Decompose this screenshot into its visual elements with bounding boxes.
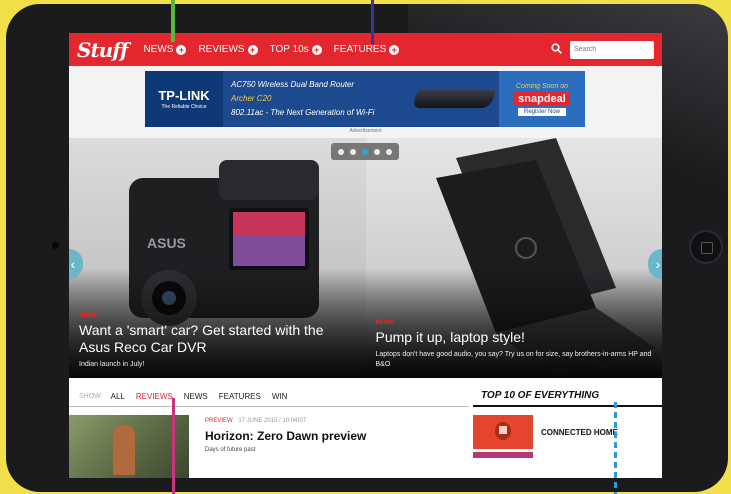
nav-item-label: FEATURES [333,44,387,55]
article-thumbnail[interactable] [69,415,189,478]
callout-line-blue [371,0,374,44]
article-card[interactable]: PREVIEW 17 JUNE 2015 / 10:04IST Horizon:… [69,415,469,478]
plus-circle-icon: + [247,44,258,55]
hero-carousel: ASUS NEWS Want a 'smart' car? Get starte… [69,138,662,378]
home-button[interactable] [689,230,723,264]
filter-win[interactable]: WIN [272,392,288,401]
browser-screen: Stuff NEWS + REVIEWS + TOP 10s + FEATURE… [69,33,662,478]
article-tag: PREVIEW [205,418,233,424]
sidebar-title: TOP 10 OF EVERYTHING [473,387,662,407]
slide-caption: NEWS Pump it up, laptop style! Laptops d… [376,320,655,370]
slide-title[interactable]: Pump it up, laptop style! [376,329,655,346]
nav-item-label: NEWS [143,44,174,55]
article-date: 17 JUNE 2015 / 10:04IST [238,418,307,424]
carousel-dot[interactable] [374,148,380,155]
carousel-dot-active[interactable] [362,148,368,155]
slide-caption: NEWS Want a 'smart' car? Get started wit… [79,313,358,370]
hero-slide-laptop[interactable]: NEWS Pump it up, laptop style! Laptops d… [365,138,662,378]
slide-title[interactable]: Want a 'smart' car? Get started with the… [79,322,358,356]
ad-brand-logo: TP-LINK The Reliable Choice [145,71,223,127]
ad-register-button[interactable]: Register Now [517,107,566,116]
article-body: PREVIEW 17 JUNE 2015 / 10:04IST Horizon:… [189,415,366,478]
slide-desc: Laptops don't have good audio, you say? … [375,351,652,368]
ad-area: TP-LINK The Reliable Choice AC750 Wirele… [69,66,662,138]
router-image [411,90,497,108]
nav-item-label: REVIEWS [198,44,245,55]
connected-home-icon [473,415,533,449]
filter-reviews[interactable]: REVIEWS [136,392,173,401]
ad-brand-tag: The Reliable Choice [161,104,207,110]
ad-label: Advertisement [349,128,382,134]
carousel-dot[interactable] [386,148,392,155]
top10-item-label: CONNECTED HOME [541,427,618,437]
ad-tagline: 802.11ac - The Next Generation of Wi-Fi [231,108,375,117]
nav-item-features[interactable]: FEATURES + [334,44,400,55]
slide-tag: NEWS [375,320,394,326]
plus-circle-icon: + [311,44,322,55]
callout-line-green [171,0,175,42]
top10-item[interactable]: CONNECTED HOME [473,415,662,449]
article-meta: PREVIEW 17 JUNE 2015 / 10:04IST [205,418,366,424]
slide-desc: Indian launch in July! [79,361,145,368]
filter-show-label: SHOW: [79,393,103,400]
content-filter-bar: SHOW: ALL REVIEWS NEWS FEATURES WIN [69,387,469,407]
site-logo[interactable]: Stuff [77,38,128,62]
carousel-pagination [331,143,399,160]
article-desc: Days of future past [205,447,256,453]
ad-copy: AC750 Wireless Dual Band Router Archer C… [223,78,415,120]
ad-product: Archer C20 [231,94,272,103]
plus-circle-icon: + [176,44,187,55]
callout-line-pink [172,398,175,494]
slide-tag: NEWS [79,313,97,319]
nav-item-top10s[interactable]: TOP 10s + [270,44,322,55]
article-title[interactable]: Horizon: Zero Dawn preview [205,429,366,443]
ad-headline: AC750 Wireless Dual Band Router [231,80,355,89]
callout-line-cyan [614,402,617,494]
plus-circle-icon: + [389,44,400,55]
filter-features[interactable]: FEATURES [219,392,261,401]
top10-sidebar: TOP 10 OF EVERYTHING CONNECTED HOME [473,387,662,478]
search-input[interactable] [570,40,654,59]
ad-brand-name: TP-LINK [158,88,210,103]
hero-slide-car-dvr[interactable]: ASUS NEWS Want a 'smart' car? Get starte… [69,138,366,378]
carousel-dot[interactable] [350,148,356,155]
search-icon[interactable] [551,42,562,57]
nav-item-label: TOP 10s [269,44,309,55]
top10-next-item[interactable] [473,452,533,458]
ad-partner-box: Coming Soon on snapdeal Register Now [499,71,585,127]
filter-news[interactable]: NEWS [184,392,208,401]
ad-banner[interactable]: TP-LINK The Reliable Choice AC750 Wirele… [145,71,585,127]
front-camera [52,242,59,249]
nav-item-reviews[interactable]: REVIEWS + [198,44,258,55]
ad-partner-logo: snapdeal [514,91,570,106]
filter-all[interactable]: ALL [111,392,125,401]
tablet-frame: Stuff NEWS + REVIEWS + TOP 10s + FEATURE… [6,4,728,492]
camera-brand-text: ASUS [147,235,186,251]
carousel-dot[interactable] [338,148,344,155]
site-navbar: Stuff NEWS + REVIEWS + TOP 10s + FEATURE… [69,33,662,66]
ad-partner-soon: Coming Soon on [515,82,569,90]
nav-item-news[interactable]: NEWS + [143,44,187,55]
